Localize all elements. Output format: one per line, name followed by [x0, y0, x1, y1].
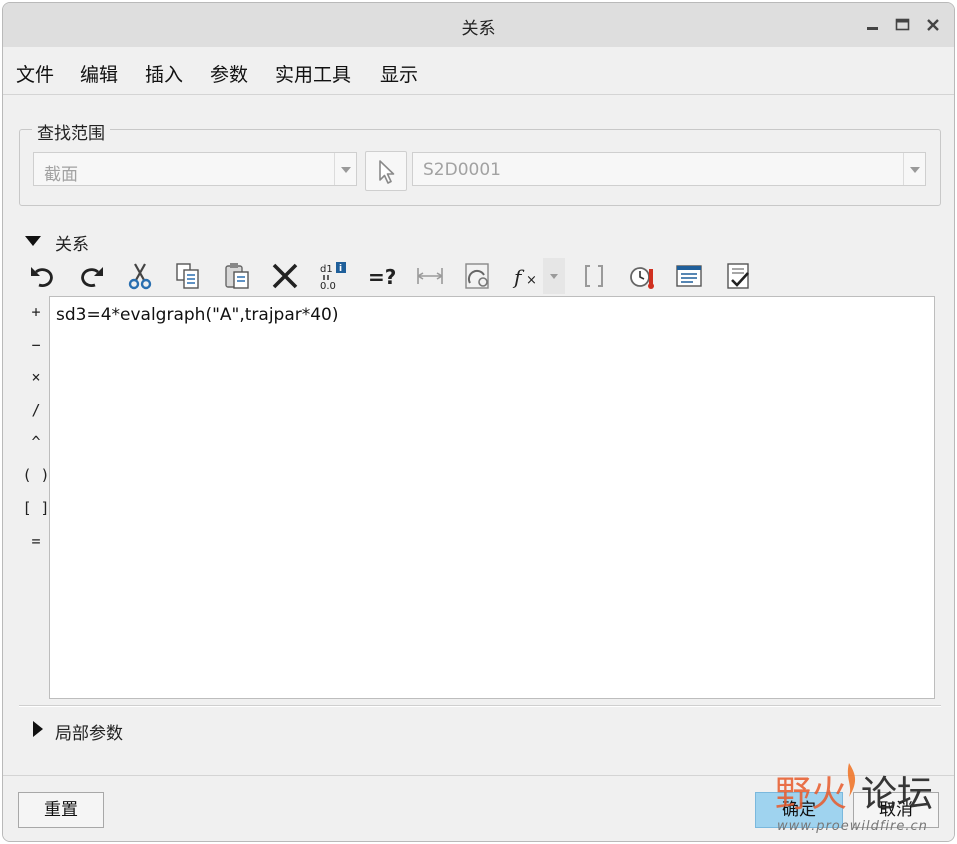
operator-power-button[interactable]: ^ [21, 429, 51, 455]
menu-display[interactable]: 显示 [380, 60, 418, 87]
chevron-down-icon[interactable] [334, 153, 356, 185]
unit-sensitive-button[interactable] [624, 258, 660, 294]
menu-insert[interactable]: 插入 [145, 60, 183, 87]
insert-function-icon: f × [512, 265, 537, 289]
verify-relations-icon [727, 263, 749, 289]
insert-parameter-button[interactable] [460, 258, 496, 294]
reset-button[interactable]: 重置 [18, 792, 104, 828]
cut-icon [128, 263, 152, 290]
maximize-icon [895, 18, 910, 31]
chevron-down-icon[interactable] [903, 153, 925, 185]
svg-text:f: f [512, 265, 525, 289]
section-divider [19, 705, 941, 707]
show-dimension-button[interactable] [412, 258, 448, 294]
svg-text:=?: =? [368, 265, 396, 289]
insert-parameter-icon [465, 263, 489, 289]
insert-function-button[interactable]: f × [509, 258, 545, 294]
cancel-button[interactable]: 取消 [853, 792, 939, 828]
cut-button[interactable] [122, 258, 158, 294]
ok-button[interactable]: 确定 [755, 792, 843, 828]
paste-button[interactable] [219, 258, 255, 294]
redo-icon [81, 267, 103, 287]
switch-dimensions-icon: d1 0.0i [320, 262, 346, 291]
insert-function-dropdown[interactable] [543, 258, 565, 294]
brackets-button[interactable] [576, 258, 612, 294]
local-parameters-label: 局部参数 [55, 724, 123, 744]
operator-parentheses-button[interactable]: ( ) [21, 462, 51, 488]
menu-parameters[interactable]: 参数 [210, 60, 248, 87]
lookup-name-dropdown[interactable]: S2D0001 [412, 152, 926, 186]
pointer-arrow-icon [379, 160, 395, 184]
operator-brackets-button[interactable]: [ ] [21, 495, 51, 521]
window-title: 关系 [461, 19, 496, 39]
operator-divide-button[interactable]: / [21, 397, 51, 423]
evaluate-button[interactable]: =? [364, 258, 400, 294]
minimize-button[interactable] [863, 15, 883, 35]
lookup-name-value: S2D0001 [423, 160, 501, 180]
undo-button[interactable] [25, 258, 61, 294]
title-bar[interactable]: 关系 [3, 3, 954, 47]
maximize-button[interactable] [893, 15, 913, 35]
copy-icon [176, 263, 199, 289]
delete-icon [272, 263, 298, 289]
lookup-group-label: 查找范围 [32, 119, 110, 144]
svg-text:i: i [339, 264, 342, 274]
undo-icon [31, 267, 53, 287]
menu-utilities[interactable]: 实用工具 [275, 60, 351, 87]
verify-relations-button[interactable] [721, 258, 757, 294]
lookup-type-value: 截面 [44, 165, 78, 185]
menu-edit[interactable]: 编辑 [80, 60, 118, 87]
close-button[interactable] [923, 15, 943, 35]
relations-editor[interactable]: sd3=4*evalgraph("A",trajpar*40) [49, 296, 935, 699]
operator-plus-button[interactable]: + [21, 299, 51, 325]
sort-relations-button[interactable] [672, 258, 708, 294]
svg-text:×: × [526, 273, 537, 288]
menu-file[interactable]: 文件 [16, 60, 54, 87]
show-dimension-icon [417, 268, 443, 284]
brackets-icon [585, 265, 603, 287]
operator-multiply-button[interactable]: × [21, 364, 51, 390]
switch-dimensions-button[interactable]: d1 0.0 i [315, 258, 351, 294]
relations-dialog: 关系 文件 编辑 插入 参数 实用工具 显示 查找范围 截面 S2D0001 关… [2, 2, 955, 842]
relations-toolbar: d1 0.0 i =? f × [25, 256, 765, 296]
dialog-button-bar: 重置 确定 取消 [3, 775, 954, 841]
redo-button[interactable] [73, 258, 109, 294]
copy-button[interactable] [170, 258, 206, 294]
menu-bar: 文件 编辑 插入 参数 实用工具 显示 [3, 47, 954, 95]
svg-text:0.0: 0.0 [320, 281, 336, 291]
operator-equals-button[interactable]: = [21, 528, 51, 554]
delete-button[interactable] [267, 258, 303, 294]
relations-section-label: 关系 [55, 235, 89, 255]
relation-line[interactable]: sd3=4*evalgraph("A",trajpar*40) [56, 305, 339, 325]
insert-function-dropdown-icon [550, 274, 558, 279]
lookup-type-dropdown[interactable]: 截面 [33, 152, 357, 186]
paste-icon [225, 263, 249, 289]
operator-minus-button[interactable]: − [21, 332, 51, 358]
expand-triangle-icon [25, 236, 41, 246]
svg-text:d1: d1 [320, 264, 333, 275]
unit-sensitive-icon [630, 267, 654, 289]
select-from-model-button[interactable] [365, 151, 407, 191]
sort-relations-icon [676, 265, 702, 287]
close-icon [927, 19, 939, 31]
minimize-icon [867, 27, 878, 30]
evaluate-icon: =? [368, 265, 396, 289]
collapse-triangle-icon [33, 721, 43, 737]
